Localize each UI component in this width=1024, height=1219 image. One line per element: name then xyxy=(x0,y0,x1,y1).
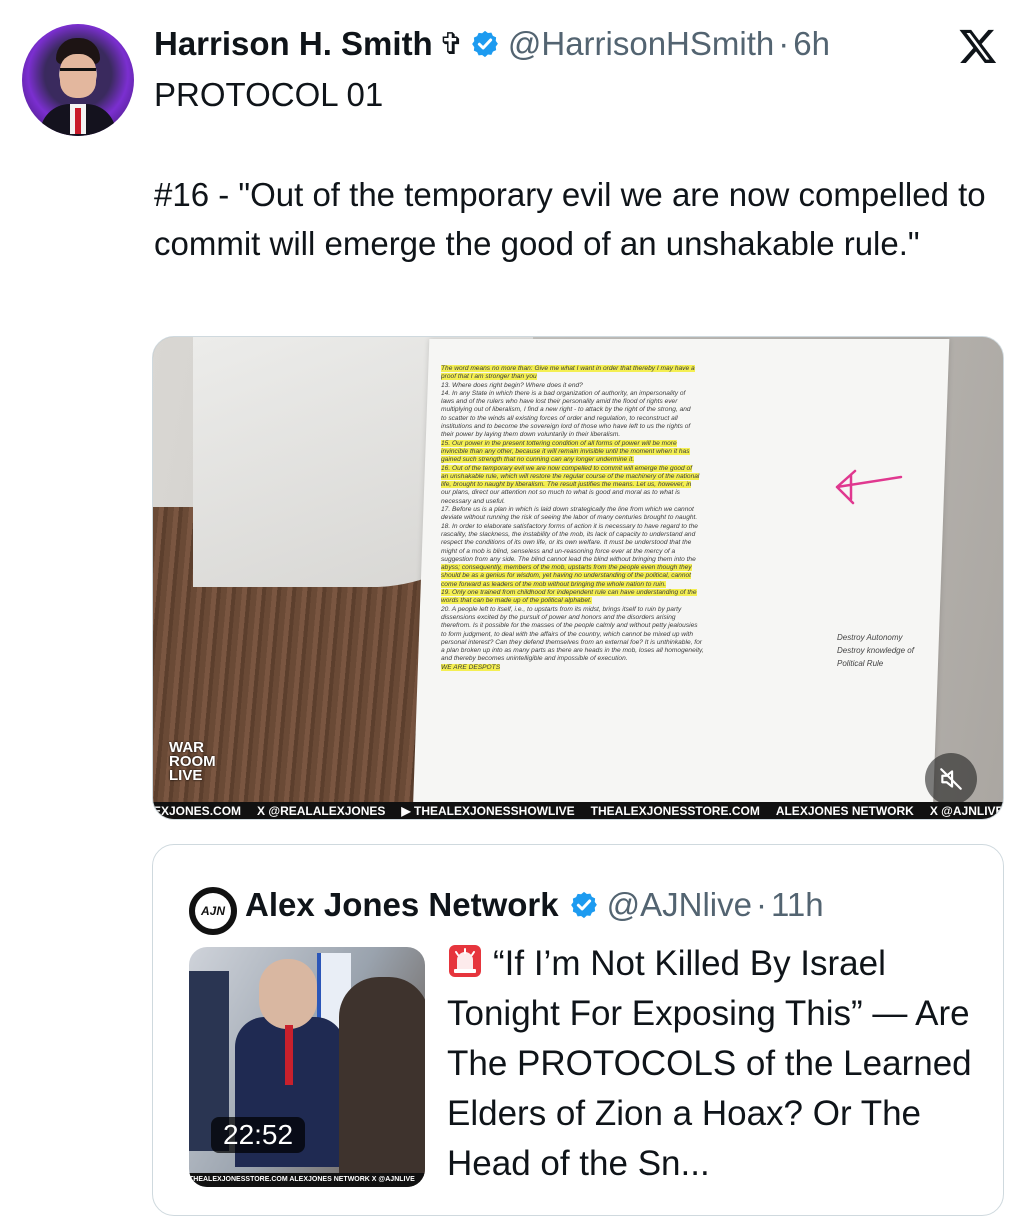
document-line: 17. Before us is a plan in which is laid… xyxy=(441,506,694,514)
document-line: WE ARE DESPOTS xyxy=(441,663,501,671)
document-line: an unshakable rule, which will restore t… xyxy=(441,472,700,480)
post-header: Harrison H. Smith ✞ @HarrisonHSmith · 6h xyxy=(154,22,830,66)
war-room-live-logo: WAR ROOM LIVE xyxy=(169,740,235,797)
mute-button[interactable] xyxy=(925,753,977,805)
muted-speaker-icon xyxy=(940,768,962,790)
document-line: laws and of the rulers who have lost the… xyxy=(441,398,678,406)
ticker-item: X @AJNLIVE xyxy=(929,804,1004,818)
document-line: gained such strength that no cunning can… xyxy=(441,456,635,464)
document-line: deviate without running the risk of seei… xyxy=(441,514,698,522)
ticker-item: ALEXJONES NETWORK xyxy=(775,804,914,818)
quoted-author-handle[interactable]: @AJNlive xyxy=(607,886,752,924)
cross-icon: ✞ xyxy=(438,27,464,61)
margin-note: Destroy Autonomy Destroy knowledge of Poli… xyxy=(837,631,914,670)
author-avatar[interactable] xyxy=(22,24,134,136)
siren-emoji-icon xyxy=(449,945,481,977)
document-line: abyss; consequently, members of the mob,… xyxy=(441,564,692,572)
avatar-logo: AJN xyxy=(195,893,231,929)
post-subtitle: PROTOCOL 01 xyxy=(154,76,384,113)
author-name[interactable]: Harrison H. Smith xyxy=(154,25,433,63)
document-line: 16. Out of the temporary evil we are now… xyxy=(441,464,693,472)
document-line: might of a mob is blind, senseless and u… xyxy=(441,547,676,555)
document-line: invincible than any other, because it wi… xyxy=(441,447,690,455)
thumb-face xyxy=(259,959,317,1029)
thumb-ticker: THEALEXJONESSTORE.COM ALEXJONES NETWORK … xyxy=(189,1173,425,1187)
document-text: The word means no more than: Give me wha… xyxy=(441,365,801,672)
post-video[interactable]: The word means no more than: Give me wha… xyxy=(152,336,1004,820)
document-line: respect the conditions of its own life, … xyxy=(441,539,692,547)
quoted-author-name[interactable]: Alex Jones Network xyxy=(245,886,559,924)
thumb-tie xyxy=(285,1025,293,1085)
document-line: necessary and useful. xyxy=(441,497,506,505)
margin-note-line: Destroy knowledge of xyxy=(837,646,914,655)
quoted-post-time[interactable]: 11h xyxy=(771,886,824,924)
document-line: come forward as leaders of the mob witho… xyxy=(441,580,667,588)
handwritten-arrow-icon xyxy=(835,469,903,505)
document-line: and thereby becomes unintelligible and i… xyxy=(441,655,628,663)
document-line: to scatter to the winds all existing for… xyxy=(441,414,678,422)
verified-badge-icon xyxy=(570,891,597,919)
video-duration-badge: 22:52 xyxy=(211,1117,306,1153)
document-line: to form judgment, to deal with the affai… xyxy=(441,630,694,638)
document-line: proof that I am stronger than you xyxy=(441,373,537,381)
document-line: our plans, direct our attention not so m… xyxy=(441,489,680,497)
separator-dot: · xyxy=(755,886,767,923)
margin-note-line: Destroy Autonomy xyxy=(837,633,903,642)
ticker-item: X @REALALEXJONES xyxy=(257,804,386,818)
post-text: #16 - "Out of the temporary evil we are … xyxy=(154,176,986,262)
document-line: life, brought to naught by liberalism. T… xyxy=(441,481,692,489)
document-line: institutions and to become the sovereign… xyxy=(441,423,691,431)
author-handle[interactable]: @HarrisonHSmith xyxy=(508,25,774,63)
document-line: 20. A people left to itself, i.e., to up… xyxy=(441,605,682,613)
document-line: a plan broken up into as many parts as t… xyxy=(441,647,704,655)
document-line: words that can be made up of the politic… xyxy=(441,597,592,605)
thumb-presenter xyxy=(339,977,425,1187)
document-line: rascality, the slackness, the instabilit… xyxy=(441,530,696,538)
x-logo-icon[interactable] xyxy=(958,26,998,66)
ticker-item: THEALEXJONESSTORE.COM xyxy=(590,804,760,818)
document-line: 19. Only one trained from childhood for … xyxy=(441,589,697,597)
document-line: multiplying out of liberalism, I find a … xyxy=(441,406,691,414)
document-line: The word means no more than: Give me wha… xyxy=(441,365,695,372)
ticker-item: ▶ THEALEXJONESSHOWLIVE xyxy=(401,804,575,818)
post-time[interactable]: 6h xyxy=(793,25,830,63)
avatar-glasses xyxy=(60,68,96,79)
quoted-post-text: “If I’m Not Killed By Israel Tonight For… xyxy=(447,939,987,1189)
avatar-tie xyxy=(75,108,81,134)
ticker-item: EXJONES.COM xyxy=(153,804,242,818)
quoted-post-body: “If I’m Not Killed By Israel Tonight For… xyxy=(447,944,972,1183)
document-line: dissensions excited by the pursuit of po… xyxy=(441,613,676,621)
quoted-author-avatar[interactable]: AJN xyxy=(189,887,237,935)
video-ticker: EXJONES.COM X @REALALEXJONES ▶ THEALEXJONE… xyxy=(153,802,1004,819)
quoted-video-thumbnail[interactable]: 22:52 THEALEXJONESSTORE.COM ALEXJONES NE… xyxy=(189,947,425,1187)
document-line: therefrom. Is it possible for the masses… xyxy=(441,622,698,630)
separator-dot: · xyxy=(778,25,790,62)
document-line: 18. In order to elaborate satisfactory f… xyxy=(441,522,698,530)
margin-note-line: Political Rule xyxy=(837,659,884,668)
document-line: personal interest? Can they defend thems… xyxy=(441,638,702,646)
document-line: should be as a genius for wisdom, yet ha… xyxy=(441,572,691,580)
document-line: 14. In any State in which there is a bad… xyxy=(441,389,686,397)
document-line: 13. Where does right begin? Where does i… xyxy=(441,381,583,389)
document-line: suggestion from any side. The blind cann… xyxy=(441,555,696,563)
document-line: their power by laying them down voluntar… xyxy=(441,431,621,439)
verified-badge-icon xyxy=(471,30,498,58)
quoted-post-header: Alex Jones Network @AJNlive · 11h xyxy=(245,883,824,927)
document-line: 15. Our power in the present tottering c… xyxy=(441,439,677,447)
quoted-post[interactable]: AJN Alex Jones Network @AJNlive · 11h 22… xyxy=(152,844,1004,1216)
logo-word: LIVE xyxy=(169,767,203,784)
